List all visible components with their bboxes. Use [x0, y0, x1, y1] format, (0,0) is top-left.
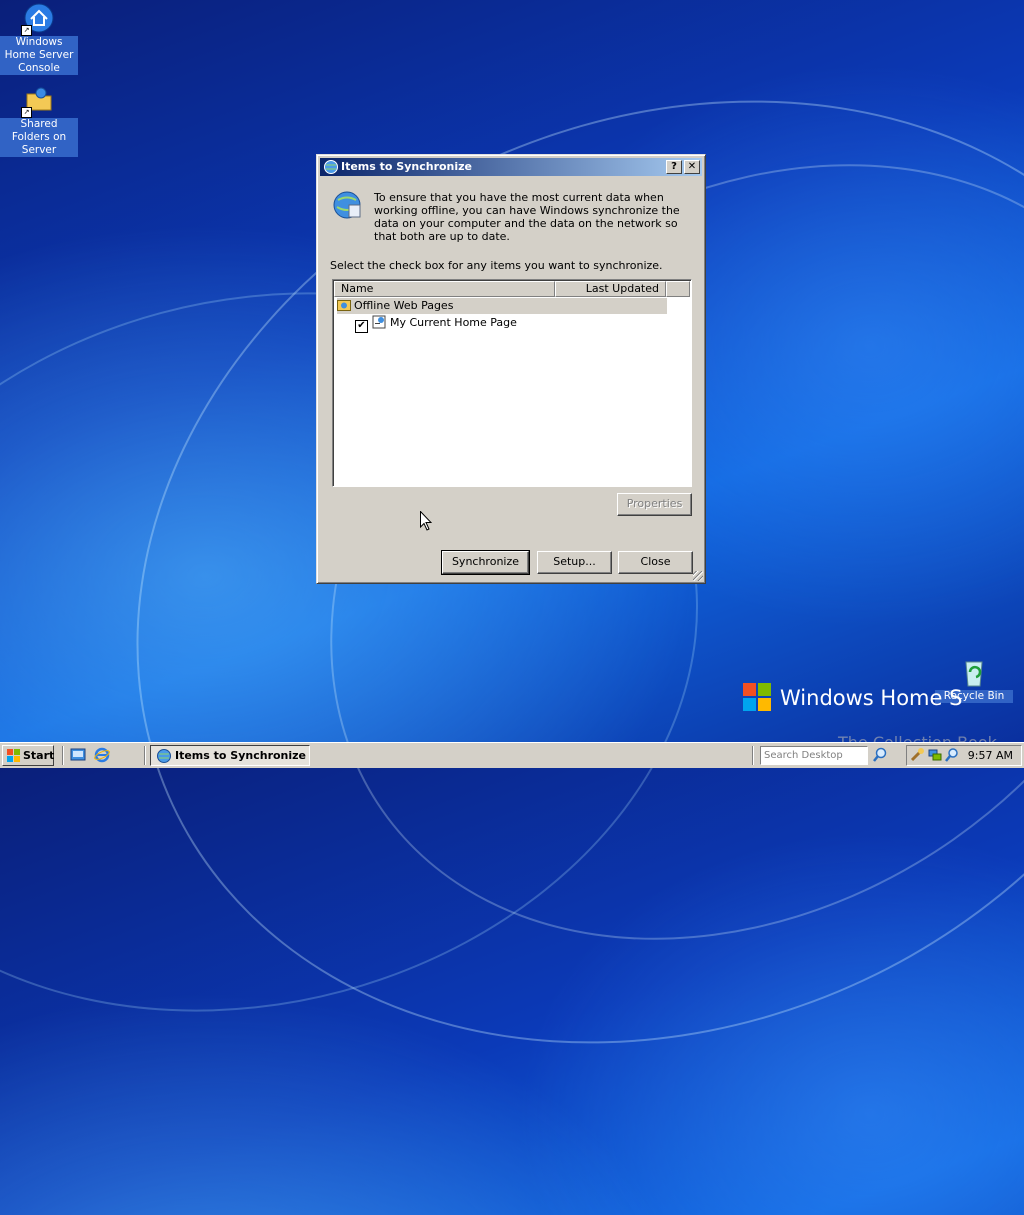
taskbar-separator: [752, 746, 754, 765]
desktop-icon-label: Shared Folders on Server: [0, 118, 78, 157]
list-item-label: My Current Home Page: [390, 316, 517, 329]
system-tray: 9:57 AM: [906, 745, 1022, 766]
taskbar-item-label: Items to Synchronize: [175, 749, 307, 762]
desktop-icon-home-server-console[interactable]: ↗ Windows Home Server Console: [0, 2, 78, 75]
mouse-cursor-icon: [420, 510, 433, 534]
tray-tools-icon[interactable]: [910, 747, 926, 763]
home-server-icon: ↗: [21, 2, 55, 36]
tray-network-icon[interactable]: [927, 747, 943, 763]
setup-button[interactable]: Setup...: [537, 551, 612, 574]
sync-checkbox[interactable]: ✔: [355, 320, 368, 333]
dialog-title: Items to Synchronize: [341, 160, 473, 173]
column-header-filler: [666, 281, 690, 297]
column-header-last-updated[interactable]: Last Updated: [555, 281, 666, 297]
dialog-titlebar[interactable]: Items to Synchronize ? ✕: [320, 158, 702, 176]
desktop-search-input[interactable]: Search Desktop: [760, 746, 868, 765]
taskbar: Start Items to Synchronize Search Deskto…: [0, 742, 1024, 768]
offline-web-pages-icon: [337, 299, 351, 311]
recycle-bin-icon: [958, 656, 990, 688]
shortcut-arrow-icon: ↗: [21, 107, 32, 118]
help-button[interactable]: ?: [666, 160, 682, 174]
close-button[interactable]: Close: [618, 551, 693, 574]
start-button[interactable]: Start: [2, 745, 54, 766]
shortcut-arrow-icon: ↗: [21, 25, 32, 36]
synchronize-globe-icon: [331, 189, 363, 221]
resize-grip[interactable]: [693, 571, 703, 581]
properties-button[interactable]: Properties: [617, 493, 692, 516]
windows-home-server-branding: Windows Home S: [780, 686, 963, 710]
quicklaunch-show-desktop-icon[interactable]: [70, 747, 86, 763]
desktop-icon-label: Windows Home Server Console: [0, 36, 78, 75]
sync-items-list[interactable]: Name Last Updated Offline Web Pages ✔ My…: [332, 279, 692, 487]
list-item-my-current-home-page[interactable]: ✔ My Current Home Page: [355, 315, 655, 333]
sync-globe-icon: [156, 748, 172, 764]
column-header-name[interactable]: Name: [334, 281, 555, 297]
dialog-description: To ensure that you have the most current…: [374, 191, 680, 243]
items-to-synchronize-dialog: Items to Synchronize ? ✕ To ensure that …: [316, 154, 706, 584]
start-label: Start: [23, 749, 55, 762]
taskbar-separator: [144, 746, 146, 765]
tray-search-icon[interactable]: [944, 747, 960, 763]
taskbar-item-items-to-synchronize[interactable]: Items to Synchronize: [150, 745, 310, 766]
list-item-offline-web-pages[interactable]: Offline Web Pages: [337, 298, 667, 314]
quicklaunch-internet-explorer-icon[interactable]: [94, 747, 110, 763]
close-window-button[interactable]: ✕: [684, 160, 700, 174]
clock[interactable]: 9:57 AM: [968, 749, 1013, 762]
taskbar-separator: [62, 746, 64, 765]
dialog-instruction: Select the check box for any items you w…: [330, 259, 663, 272]
list-item-label: Offline Web Pages: [354, 299, 454, 312]
synchronize-button[interactable]: Synchronize: [441, 550, 530, 575]
search-icon[interactable]: [872, 747, 888, 763]
shared-folders-icon: ↗: [21, 84, 55, 118]
sync-globe-icon: [323, 159, 339, 175]
windows-flag-logo-icon: [742, 682, 772, 712]
desktop-icon-shared-folders[interactable]: ↗ Shared Folders on Server: [0, 84, 78, 157]
web-page-icon: [372, 315, 386, 329]
windows-flag-icon: [7, 749, 20, 762]
